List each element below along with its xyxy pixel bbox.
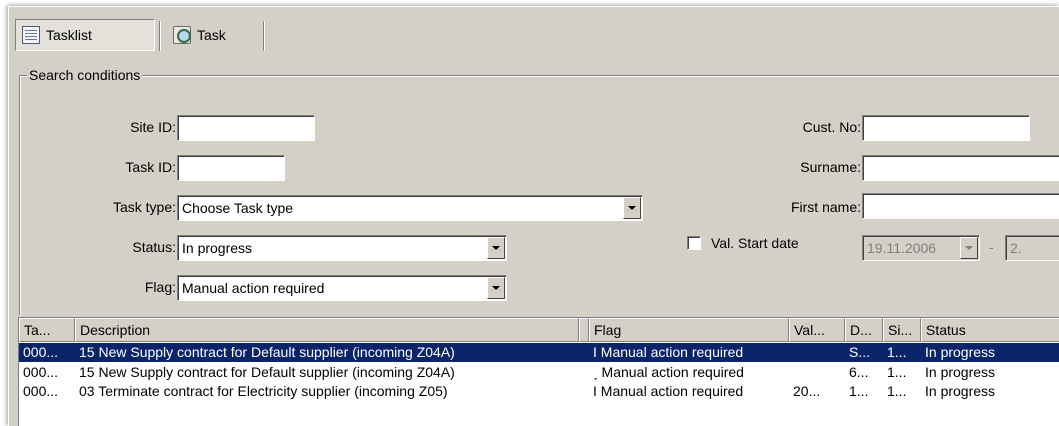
task-type-select[interactable]: Choose Task type: [177, 195, 643, 221]
cell-status: In progress: [925, 344, 996, 360]
cell-flag: I Manual action required: [593, 383, 744, 399]
first-name-label: First name:: [790, 199, 861, 215]
chevron-down-icon[interactable]: [487, 277, 505, 299]
toolbar-separator: [159, 21, 161, 51]
cell-status: In progress: [925, 383, 996, 399]
cell-valid: 20...: [793, 383, 821, 399]
table-row[interactable]: 000... 15 New Supply contract for Defaul…: [19, 343, 1059, 362]
cust-no-label: Cust. No:: [802, 119, 861, 135]
cell-task: 000...: [23, 344, 59, 360]
cell-description: 15 New Supply contract for Default suppl…: [79, 364, 455, 380]
column-header-valid[interactable]: Val...: [789, 318, 845, 342]
table-row[interactable]: 000... 15 New Supply contract for Defaul…: [19, 363, 1059, 382]
table-header: Ta... Description Flag Val... D... Si...…: [19, 318, 1059, 342]
task-results-table[interactable]: Ta... Description Flag Val... D... Si...…: [18, 317, 1059, 426]
chevron-down-icon[interactable]: [623, 197, 641, 219]
val-start-date-from-value: 19.11.2006: [867, 240, 937, 256]
chevron-down-icon[interactable]: [960, 237, 978, 259]
task-type-value: Choose Task type: [182, 200, 294, 216]
column-header-spacer: [579, 318, 589, 342]
flag-value: Manual action required: [182, 280, 325, 296]
column-header-task[interactable]: Ta...: [19, 318, 75, 342]
surname-label: Surname:: [800, 159, 861, 175]
date-range-separator: -: [989, 239, 994, 255]
cell-description: 03 Terminate contract for Electricity su…: [79, 383, 448, 399]
cell-task: 000...: [23, 383, 59, 399]
cell-site: 1...: [887, 344, 907, 360]
cell-site: 1...: [887, 364, 907, 380]
toolbar-separator: [263, 21, 265, 51]
first-name-input[interactable]: [862, 193, 1059, 219]
cell-date: S...: [849, 344, 871, 360]
cust-no-input[interactable]: [862, 115, 1030, 141]
table-row[interactable]: 000... 03 Terminate contract for Electri…: [19, 382, 1059, 401]
surname-input[interactable]: [862, 155, 1059, 181]
task-id-label: Task ID:: [125, 159, 176, 175]
tab-tasklist[interactable]: Tasklist: [15, 19, 155, 51]
task-id-input[interactable]: [177, 155, 285, 181]
val-start-date-checkbox[interactable]: [687, 236, 701, 250]
flag-select[interactable]: Manual action required: [177, 275, 507, 301]
cell-flag: I Manual action required: [593, 344, 744, 360]
flag-label: Flag:: [144, 279, 176, 295]
chevron-down-icon[interactable]: [487, 237, 505, 259]
site-id-label: Site ID:: [130, 119, 176, 135]
task-icon: [173, 26, 191, 44]
cell-task: 000...: [23, 364, 59, 380]
search-conditions-title: Search conditions: [27, 67, 143, 83]
status-select[interactable]: In progress: [177, 235, 507, 261]
tasklist-icon: [22, 26, 40, 44]
cell-description: 15 New Supply contract for Default suppl…: [79, 344, 455, 360]
column-header-flag[interactable]: Flag: [589, 318, 789, 342]
val-start-date-label: Val. Start date: [711, 235, 799, 251]
toolbar: Tasklist Task: [15, 19, 1055, 55]
tab-task[interactable]: Task: [167, 19, 263, 51]
cell-valid: [789, 363, 845, 382]
cell-date: 6...: [849, 364, 869, 380]
val-start-date-from[interactable]: 19.11.2006: [862, 235, 980, 261]
status-label: Status:: [132, 239, 176, 255]
column-header-date[interactable]: D...: [845, 318, 883, 342]
cell-date: 1...: [849, 383, 869, 399]
task-type-label: Task type:: [112, 199, 176, 215]
cell-valid: [789, 343, 845, 362]
site-id-input[interactable]: [177, 115, 315, 141]
column-header-site[interactable]: Si...: [883, 318, 921, 342]
tab-task-label: Task: [197, 27, 226, 43]
cell-site: 1...: [887, 383, 907, 399]
val-start-date-to-value: 2.: [1010, 240, 1022, 256]
status-value: In progress: [182, 240, 253, 256]
column-header-description[interactable]: Description: [75, 318, 579, 342]
tab-tasklist-label: Tasklist: [46, 27, 92, 43]
val-start-date-to[interactable]: 2.: [1005, 235, 1059, 261]
cell-flag: ˏ Manual action required: [593, 364, 744, 380]
cell-status: In progress: [925, 364, 996, 380]
column-header-status[interactable]: Status: [921, 318, 1059, 342]
